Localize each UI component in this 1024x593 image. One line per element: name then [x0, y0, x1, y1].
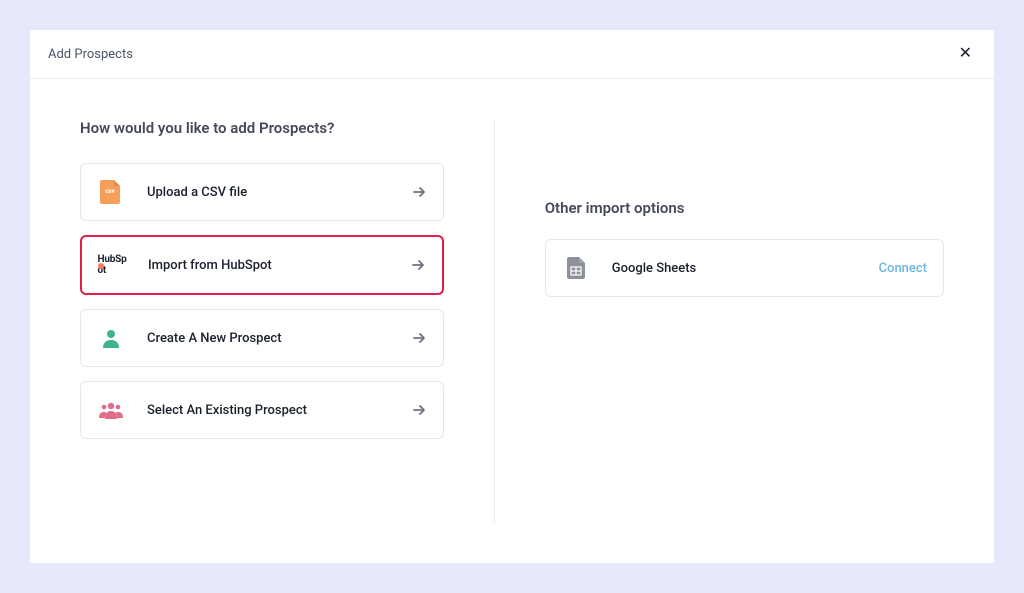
arrow-right-icon: [410, 257, 426, 273]
option-label: Create A New Prospect: [147, 331, 411, 346]
modal-body: How would you like to add Prospects? csv…: [30, 79, 994, 563]
option-google-sheets[interactable]: Google Sheets Connect: [545, 239, 944, 297]
option-label: Import from HubSpot: [148, 258, 410, 273]
modal-header: Add Prospects ✕: [30, 30, 994, 79]
close-icon: ✕: [959, 45, 972, 62]
primary-options-column: How would you like to add Prospects? csv…: [80, 119, 495, 523]
people-icon: [97, 396, 125, 424]
option-label: Upload a CSV file: [147, 185, 411, 200]
option-label: Select An Existing Prospect: [147, 403, 411, 418]
add-prospects-modal: Add Prospects ✕ How would you like to ad…: [30, 30, 994, 563]
primary-heading: How would you like to add Prospects?: [80, 119, 444, 137]
hubspot-icon: HubSpot: [98, 251, 126, 279]
option-import-hubspot[interactable]: HubSpot Import from HubSpot: [80, 235, 444, 295]
other-options-column: Other import options Google Sheets Conne…: [545, 119, 944, 523]
option-create-prospect[interactable]: Create A New Prospect: [80, 309, 444, 367]
connect-link[interactable]: Connect: [879, 261, 927, 276]
arrow-right-icon: [411, 330, 427, 346]
arrow-right-icon: [411, 402, 427, 418]
svg-text:csv: csv: [105, 188, 114, 195]
option-label: Google Sheets: [612, 261, 879, 276]
modal-title: Add Prospects: [48, 47, 133, 62]
csv-file-icon: csv: [97, 178, 125, 206]
close-button[interactable]: ✕: [955, 42, 976, 66]
option-upload-csv[interactable]: csv Upload a CSV file: [80, 163, 444, 221]
arrow-right-icon: [411, 184, 427, 200]
person-icon: [97, 324, 125, 352]
other-heading: Other import options: [545, 199, 944, 217]
google-sheets-icon: [562, 254, 590, 282]
option-select-existing[interactable]: Select An Existing Prospect: [80, 381, 444, 439]
